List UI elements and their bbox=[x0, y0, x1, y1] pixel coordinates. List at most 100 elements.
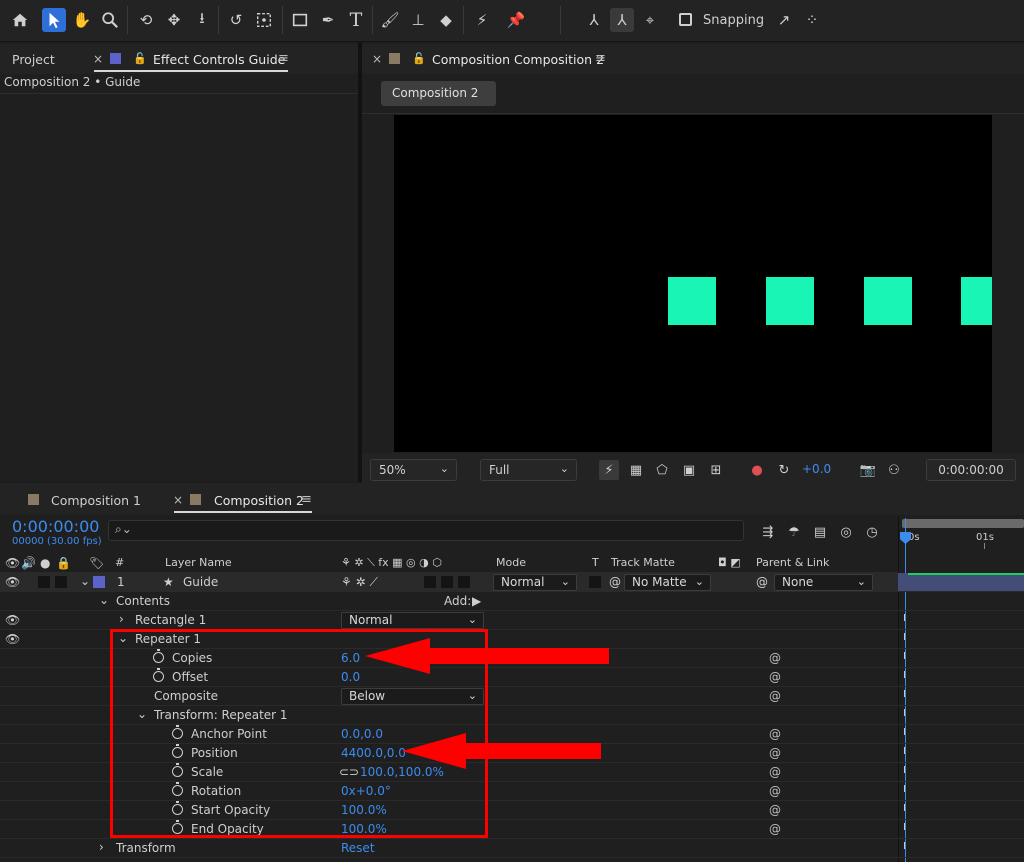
work-area-bar[interactable] bbox=[902, 519, 1024, 528]
composition-breadcrumb[interactable]: Composition 2 bbox=[381, 81, 496, 106]
mask-path-icon[interactable]: ⬠ bbox=[652, 460, 672, 480]
region-of-interest-icon[interactable]: ▣ bbox=[679, 460, 699, 480]
close-icon[interactable]: × bbox=[372, 52, 382, 66]
reset-link[interactable]: Reset bbox=[341, 841, 375, 855]
rectangle-row[interactable]: 👁 › Rectangle 1 Normal ⌄ bbox=[0, 611, 898, 630]
close-icon[interactable]: × bbox=[93, 52, 103, 66]
pan-camera-icon[interactable]: ✥ bbox=[162, 8, 186, 32]
text-tool-icon[interactable]: T bbox=[344, 8, 368, 32]
snapping-label: Snapping bbox=[703, 13, 765, 28]
frame-blending-icon[interactable]: ▤ bbox=[810, 522, 830, 542]
solo-header-icon: ● bbox=[40, 556, 51, 570]
add-menu-icon[interactable]: ▶ bbox=[472, 594, 481, 608]
contents-row[interactable]: ⌄ Contents Add: ▶ bbox=[0, 592, 898, 611]
time-ruler[interactable]: 0s 01s bbox=[898, 517, 1024, 573]
fast-preview-icon[interactable]: ⚡ bbox=[599, 460, 619, 480]
current-timecode[interactable]: 0:00:00:00 bbox=[12, 517, 99, 536]
pickwhip-icon[interactable]: @ bbox=[609, 575, 621, 589]
snapshot-camera-icon[interactable]: 📷 bbox=[858, 460, 878, 480]
tab-composition-1[interactable]: Composition 1 bbox=[51, 493, 141, 508]
expression-pickwhip-icon[interactable]: @ bbox=[769, 784, 781, 798]
tab-composition-2[interactable]: Composition Composition 2 bbox=[432, 52, 604, 67]
lock-toggle[interactable] bbox=[55, 576, 67, 588]
expression-pickwhip-icon[interactable]: @ bbox=[769, 651, 781, 665]
layer-mode-dropdown[interactable]: Normal ⌄ bbox=[493, 574, 577, 591]
snapping-checkbox[interactable] bbox=[679, 13, 692, 26]
shy-icon[interactable]: ☂ bbox=[784, 522, 804, 542]
layer-row[interactable]: 👁 ⌄ 1 ★ Guide ⚘ ✲ ⟋ Normal ⌄ @ No Matte ⌄ … bbox=[0, 573, 898, 592]
viewer-timecode[interactable]: 0:00:00:00 bbox=[926, 459, 1016, 481]
channel-icon[interactable]: ● bbox=[747, 460, 767, 480]
reset-exposure-icon[interactable]: ↻ bbox=[774, 460, 794, 480]
expand-icon[interactable]: ↗ bbox=[772, 8, 796, 32]
expression-pickwhip-icon[interactable]: @ bbox=[769, 803, 781, 817]
layer-search-input[interactable]: ⌕⌄ bbox=[108, 520, 744, 541]
view-axis-icon[interactable]: ⌖ bbox=[638, 8, 662, 32]
puppet-pin-icon[interactable]: 📌 bbox=[504, 8, 528, 32]
zoom-tool-icon[interactable] bbox=[98, 8, 122, 32]
lock-icon[interactable]: 🔓 bbox=[133, 52, 147, 65]
pan-behind-icon[interactable] bbox=[252, 8, 276, 32]
local-axis-icon[interactable]: ⅄ bbox=[582, 8, 606, 32]
rectangle-tool-icon[interactable] bbox=[288, 8, 312, 32]
layer-name-header[interactable]: Layer Name bbox=[165, 556, 232, 569]
eye-icon[interactable]: 👁 bbox=[5, 632, 20, 646]
parent-pickwhip-icon[interactable]: @ bbox=[756, 575, 768, 589]
roto-brush-icon[interactable]: ⚡ bbox=[470, 8, 494, 32]
expression-pickwhip-icon[interactable]: @ bbox=[769, 765, 781, 779]
solo-toggle[interactable] bbox=[38, 576, 50, 588]
grid-snap-icon[interactable]: ⁘ bbox=[800, 8, 824, 32]
comp-flowchart-icon[interactable]: ⇶ bbox=[758, 522, 778, 542]
tab-project[interactable]: Project bbox=[12, 52, 55, 67]
tab-composition-2[interactable]: Composition 2 bbox=[214, 493, 304, 508]
layer-duration-bar[interactable] bbox=[898, 573, 1024, 592]
expression-pickwhip-icon[interactable]: @ bbox=[769, 822, 781, 836]
home-icon[interactable] bbox=[8, 8, 32, 32]
expression-pickwhip-icon[interactable]: @ bbox=[769, 727, 781, 741]
show-snapshot-icon[interactable]: ⚇ bbox=[884, 460, 904, 480]
expression-pickwhip-icon[interactable]: @ bbox=[769, 689, 781, 703]
transparency-grid-icon[interactable]: ▦ bbox=[626, 460, 646, 480]
repeater-copy-2 bbox=[766, 277, 814, 325]
clone-stamp-icon[interactable]: ⊥ bbox=[406, 8, 430, 32]
chevron-down-icon[interactable]: ⌄ bbox=[99, 593, 109, 607]
tab-effect-controls[interactable]: Effect Controls Guide bbox=[153, 52, 285, 67]
composition-canvas[interactable] bbox=[394, 115, 992, 452]
selection-tool-icon[interactable] bbox=[42, 8, 66, 32]
label-color-swatch[interactable] bbox=[93, 576, 105, 588]
lock-icon[interactable]: 🔓 bbox=[412, 52, 426, 65]
graph-editor-icon[interactable]: ◷ bbox=[862, 522, 882, 542]
track-matte-dropdown[interactable]: No Matte ⌄ bbox=[624, 574, 711, 591]
menu-icon[interactable]: ≡ bbox=[278, 51, 289, 66]
pen-tool-icon[interactable]: ✒ bbox=[316, 8, 340, 32]
chevron-right-icon[interactable]: › bbox=[119, 612, 124, 626]
eye-icon[interactable]: 👁 bbox=[5, 613, 20, 627]
layer-switches[interactable]: ⚘ ✲ ⟋ bbox=[341, 575, 378, 590]
brush-tool-icon[interactable]: 🖌 bbox=[378, 8, 402, 32]
parent-dropdown[interactable]: None ⌄ bbox=[774, 574, 873, 591]
eye-icon[interactable]: 👁 bbox=[5, 575, 20, 589]
label-color-swatch bbox=[110, 53, 121, 64]
eraser-tool-icon[interactable]: ◆ bbox=[434, 8, 458, 32]
orbit-camera-icon[interactable]: ⟲ bbox=[134, 8, 158, 32]
chevron-right-icon[interactable]: › bbox=[99, 840, 104, 854]
world-axis-icon[interactable]: ⅄ bbox=[610, 8, 634, 32]
zoom-dropdown[interactable]: 50% ⌄ bbox=[370, 459, 457, 481]
menu-icon[interactable]: ≡ bbox=[301, 492, 312, 507]
hand-tool-icon[interactable]: ✋ bbox=[70, 8, 94, 32]
transform-row[interactable]: › Transform Reset bbox=[0, 839, 898, 858]
add-label: Add: bbox=[444, 594, 472, 608]
close-icon[interactable]: × bbox=[173, 493, 183, 507]
exposure-value[interactable]: +0.0 bbox=[802, 462, 831, 476]
rotate-tool-icon[interactable]: ↺ bbox=[224, 8, 248, 32]
menu-icon[interactable]: ≡ bbox=[595, 51, 606, 66]
expression-pickwhip-icon[interactable]: @ bbox=[769, 670, 781, 684]
layer-name[interactable]: Guide bbox=[183, 575, 218, 589]
chevron-down-icon[interactable]: ⌄ bbox=[80, 574, 90, 588]
rectangle-mode-dropdown[interactable]: Normal ⌄ bbox=[341, 612, 484, 629]
expression-pickwhip-icon[interactable]: @ bbox=[769, 746, 781, 760]
resolution-dropdown[interactable]: Full ⌄ bbox=[480, 459, 577, 481]
motion-blur-icon[interactable]: ◎ bbox=[836, 522, 856, 542]
dolly-camera-icon[interactable]: ⭳ bbox=[190, 8, 214, 32]
grid-guides-icon[interactable]: ⊞ bbox=[706, 460, 726, 480]
